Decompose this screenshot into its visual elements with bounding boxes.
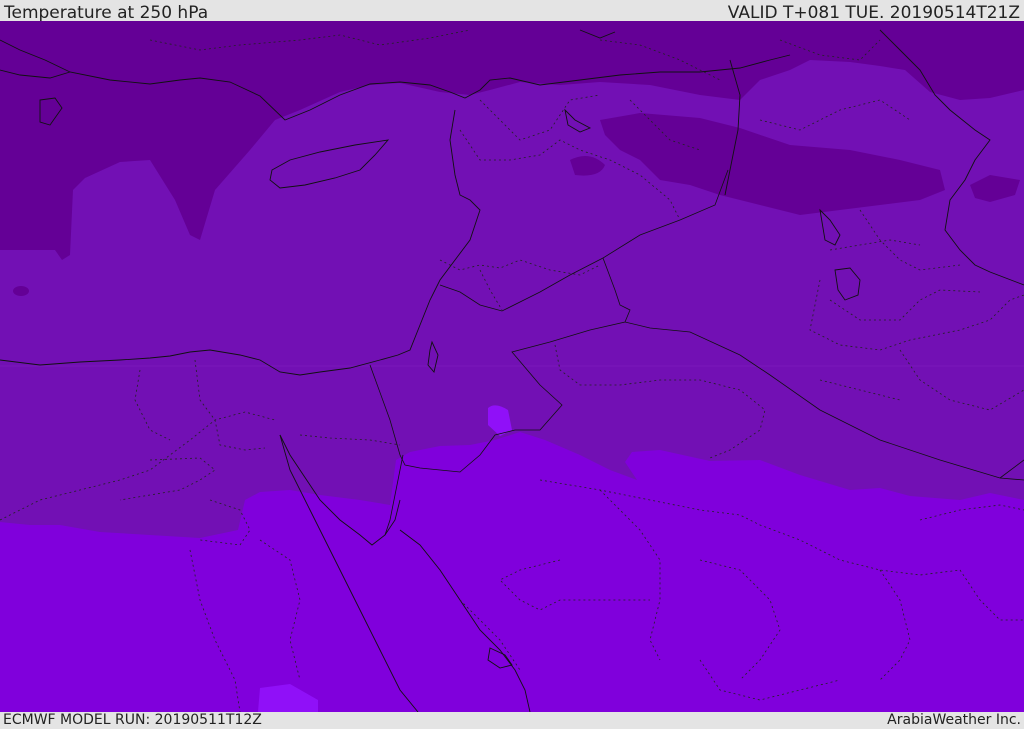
temp-pocket-west [13, 286, 29, 296]
valid-time: VALID T+081 TUE. 20190514T21Z [727, 3, 1020, 23]
map-title: Temperature at 250 hPa [4, 3, 209, 23]
model-run: ECMWF MODEL RUN: 20190511T12Z [3, 712, 262, 728]
temperature-map [0, 21, 1024, 712]
credit-text: ArabiaWeather Inc. [887, 712, 1021, 728]
header-bar: Temperature at 250 hPa VALID T+081 TUE. … [0, 0, 1024, 23]
footer-bar: ECMWF MODEL RUN: 20190511T12Z ArabiaWeat… [0, 712, 1024, 729]
